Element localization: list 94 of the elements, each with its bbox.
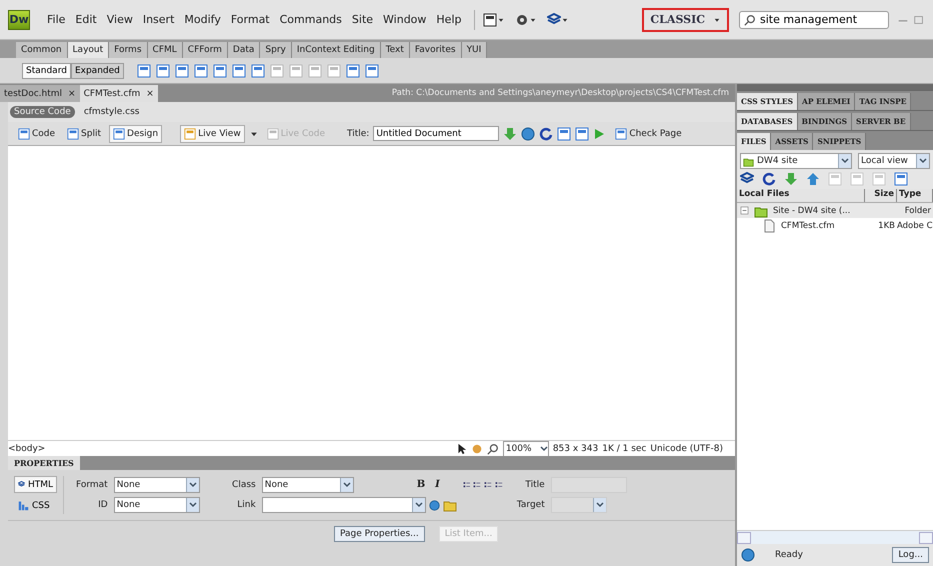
maximize-icon[interactable] — [913, 14, 925, 26]
mode-button[interactable]: Standard — [22, 62, 71, 78]
field-label: Link — [236, 500, 256, 510]
view-button[interactable]: Split — [63, 124, 106, 142]
file-path: Path: C:\Documents and Settings\aneymeyr\Desktop\projects\CS4\CFMTest.cfm — [392, 88, 730, 98]
menu-item[interactable]: Help — [431, 13, 466, 26]
chevron-icon — [596, 502, 604, 508]
file-type: Adobe C — [897, 220, 933, 230]
chevron-icon — [540, 446, 548, 452]
status-text: Ready — [775, 550, 803, 560]
chevron-icon — [188, 482, 197, 488]
field-label: Title — [524, 480, 545, 490]
down-arrow-icon[interactable] — [784, 172, 798, 186]
menu-item[interactable]: File — [42, 13, 70, 26]
column-header[interactable]: Local Files — [737, 189, 865, 202]
field-label: Target — [516, 500, 545, 510]
field-label: Format — [76, 480, 108, 490]
class-select[interactable]: None — [262, 476, 354, 493]
file-name: Site - DW4 site (... — [773, 206, 850, 216]
insert-tab[interactable]: YUI — [462, 42, 488, 58]
document-tab[interactable]: CFMTest.cfm × — [80, 85, 158, 102]
insert-tab[interactable]: Spry — [260, 42, 292, 58]
menu-item[interactable]: Format — [226, 13, 275, 26]
file-row[interactable]: CFMTest.cfm 1KB Adobe C — [737, 218, 933, 233]
chevron-icon — [841, 158, 849, 164]
check-page-button[interactable]: Check Page — [611, 124, 686, 142]
title-field[interactable]: Untitled Document — [373, 126, 500, 141]
column-header[interactable]: Size — [865, 189, 897, 202]
link-field[interactable] — [262, 497, 426, 514]
download-time: 1K / 1 sec — [602, 444, 646, 454]
mode-button[interactable]: Expanded — [70, 62, 124, 78]
css-icon — [18, 500, 29, 511]
workspace-switcher[interactable]: CLASSIC — [642, 8, 729, 32]
file-size: 1KB — [877, 220, 896, 230]
scrollbar[interactable] — [737, 530, 933, 544]
id-select[interactable]: None — [114, 497, 200, 514]
insert-tab[interactable]: Common — [16, 42, 68, 58]
insert-tab[interactable]: CFForm — [182, 42, 228, 58]
menu-item[interactable]: Edit — [70, 13, 102, 26]
insert-tab[interactable]: Text — [380, 42, 410, 58]
chevron-icon — [342, 482, 351, 488]
properties-button[interactable]: Page Properties... — [334, 526, 425, 542]
close-icon[interactable]: × — [68, 88, 76, 98]
encoding: Unicode (UTF-8) — [650, 444, 723, 454]
site-select[interactable]: DW4 site — [740, 153, 852, 169]
live-view-button[interactable]: Live View — [180, 124, 245, 142]
insert-tab[interactable]: Favorites — [410, 42, 462, 58]
collapse-toggle[interactable] — [740, 206, 749, 215]
column-header[interactable]: Type — [897, 189, 933, 202]
zoom-select[interactable]: 100% — [502, 440, 549, 456]
log-button[interactable]: Log... — [892, 547, 929, 563]
mode-button[interactable]: HTML — [14, 476, 57, 493]
insert-tab[interactable]: Layout — [68, 42, 110, 58]
up-arrow-icon[interactable] — [806, 172, 820, 186]
insert-tab[interactable]: CFML — [148, 42, 183, 58]
format-select[interactable]: None — [114, 476, 200, 493]
insert-tab[interactable]: Forms — [109, 42, 148, 58]
insert-tab[interactable]: Data — [228, 42, 260, 58]
search-field[interactable]: site management — [739, 10, 889, 28]
tag-selector[interactable]: <body> — [8, 444, 46, 454]
menu-item[interactable]: Window — [378, 13, 432, 26]
menu-item[interactable]: Commands — [274, 13, 347, 26]
chevron-icon — [188, 502, 197, 508]
related-file[interactable]: Source Code — [10, 106, 75, 118]
zoom-icon[interactable] — [486, 442, 499, 454]
insert-tab[interactable]: InContext Editing — [292, 42, 381, 58]
app-logo: Dw — [8, 10, 30, 30]
menu-item[interactable]: Site — [346, 13, 378, 26]
field-label: Class — [231, 480, 256, 490]
refresh-icon[interactable] — [539, 126, 554, 140]
minus-icon — [740, 206, 749, 215]
view-select[interactable]: Local view — [858, 153, 930, 169]
menu-item[interactable]: Modify — [179, 13, 226, 26]
chevron-icon — [919, 158, 927, 164]
window-size[interactable]: 853 x 343 — [552, 444, 598, 454]
file-row[interactable]: Site - DW4 site (... Folder — [737, 203, 933, 218]
file-name: CFMTest.cfm — [781, 220, 835, 230]
view-button[interactable]: Code — [14, 124, 60, 142]
related-file[interactable]: cfmstyle.css — [80, 106, 144, 118]
field-label: ID — [97, 500, 108, 510]
bold-button[interactable]: B — [416, 479, 426, 490]
chevron-icon — [414, 502, 423, 508]
view-button[interactable]: Design — [109, 124, 162, 142]
panel-title[interactable]: PROPERTIES — [8, 456, 80, 470]
refresh-icon[interactable] — [762, 172, 776, 186]
search-icon — [744, 14, 756, 26]
menu-item[interactable]: View — [102, 13, 138, 26]
mode-button[interactable]: CSS — [14, 497, 57, 514]
italic-button[interactable]: I — [435, 479, 440, 490]
document-tab[interactable]: testDoc.html × — [0, 85, 80, 102]
title-label: Title: — [346, 128, 370, 138]
file-type: Folder — [904, 206, 932, 216]
close-icon[interactable]: × — [146, 88, 154, 98]
menu-item[interactable]: Insert — [138, 13, 180, 26]
